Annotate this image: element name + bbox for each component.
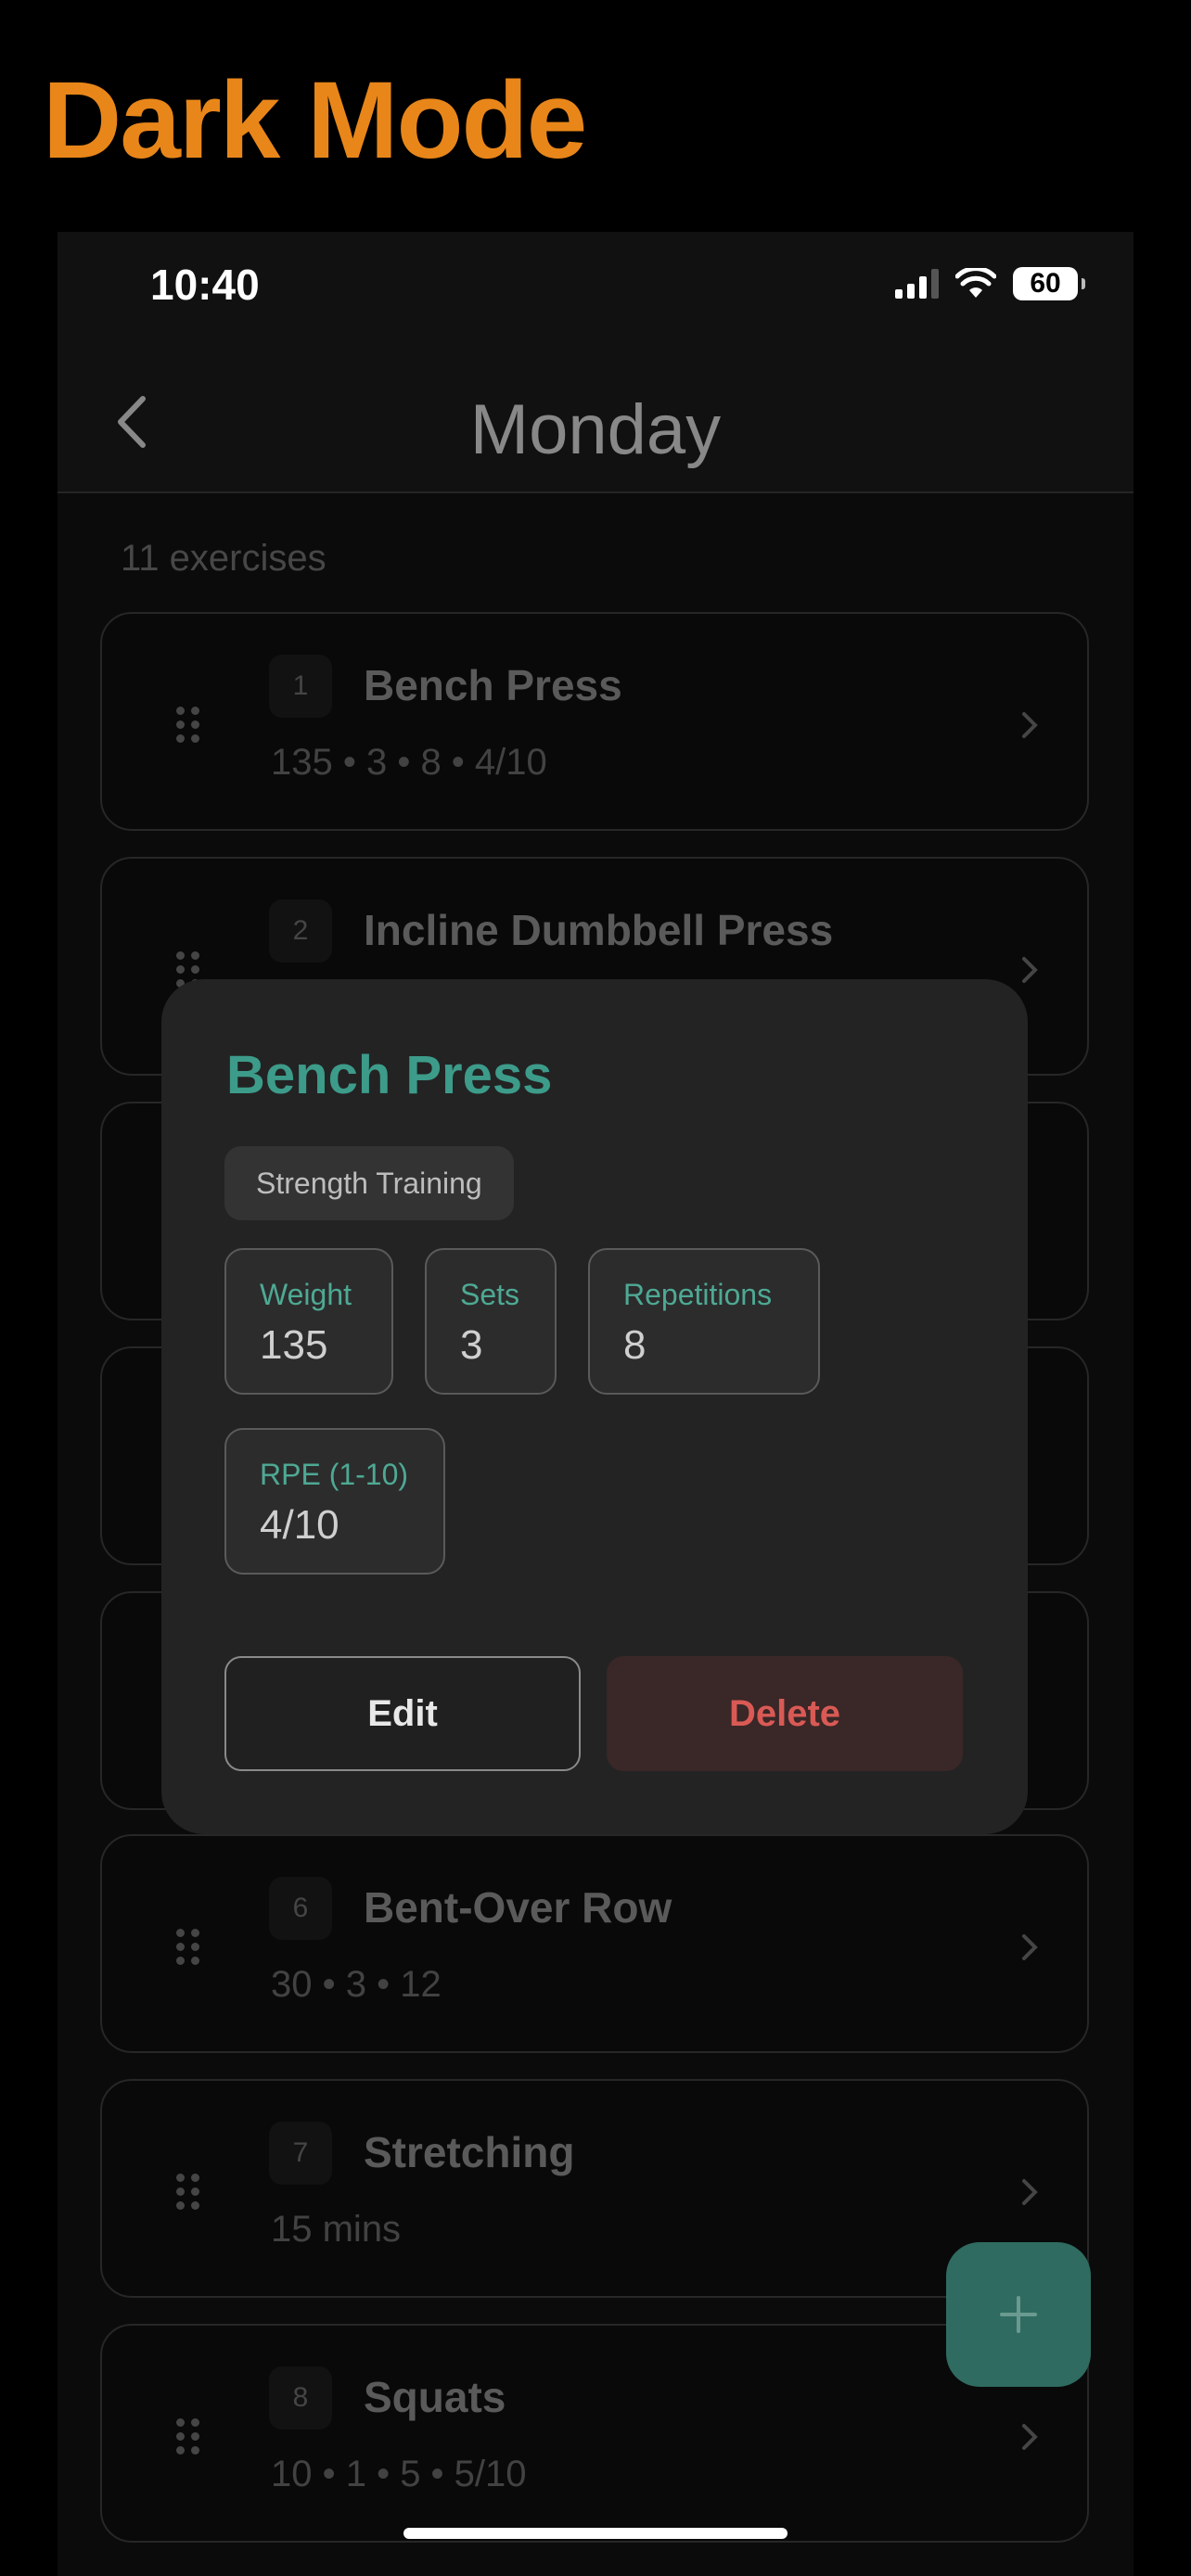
stat-repetitions: Repetitions 8 xyxy=(588,1248,820,1395)
phone-screen: 10:40 60 Monday 11 exercises 1 Bench Pre… xyxy=(58,232,1133,2576)
status-time: 10:40 xyxy=(150,261,260,309)
stat-value: 8 xyxy=(623,1322,647,1368)
status-icons: 60 xyxy=(895,267,1085,300)
nav-bar: Monday xyxy=(58,352,1133,493)
plus-icon xyxy=(1000,2296,1037,2333)
home-indicator[interactable] xyxy=(403,2528,788,2539)
stat-rpe: RPE (1-10) 4/10 xyxy=(224,1428,445,1575)
stat-label: Weight xyxy=(260,1278,352,1311)
stat-weight: Weight 135 xyxy=(224,1248,393,1395)
stat-sets: Sets 3 xyxy=(425,1248,557,1395)
modal-title: Bench Press xyxy=(226,1045,553,1105)
page-title: Monday xyxy=(469,390,722,469)
category-tag: Strength Training xyxy=(224,1146,514,1220)
dark-mode-banner: Dark Mode xyxy=(43,59,587,182)
stat-label: RPE (1-10) xyxy=(260,1458,409,1491)
edit-button[interactable]: Edit xyxy=(224,1656,581,1771)
stat-label: Sets xyxy=(460,1278,520,1311)
stat-value: 3 xyxy=(460,1322,483,1368)
stat-label: Repetitions xyxy=(623,1278,773,1311)
delete-button[interactable]: Delete xyxy=(607,1656,963,1771)
battery-icon: 60 xyxy=(1013,267,1085,300)
exercise-detail-modal: Bench Press Strength Training Weight 135… xyxy=(161,979,1028,1834)
stat-value: 135 xyxy=(260,1322,328,1368)
wifi-icon xyxy=(955,268,996,298)
stat-value: 4/10 xyxy=(260,1502,339,1548)
signal-icon xyxy=(895,269,939,299)
add-exercise-button[interactable] xyxy=(946,2242,1091,2387)
